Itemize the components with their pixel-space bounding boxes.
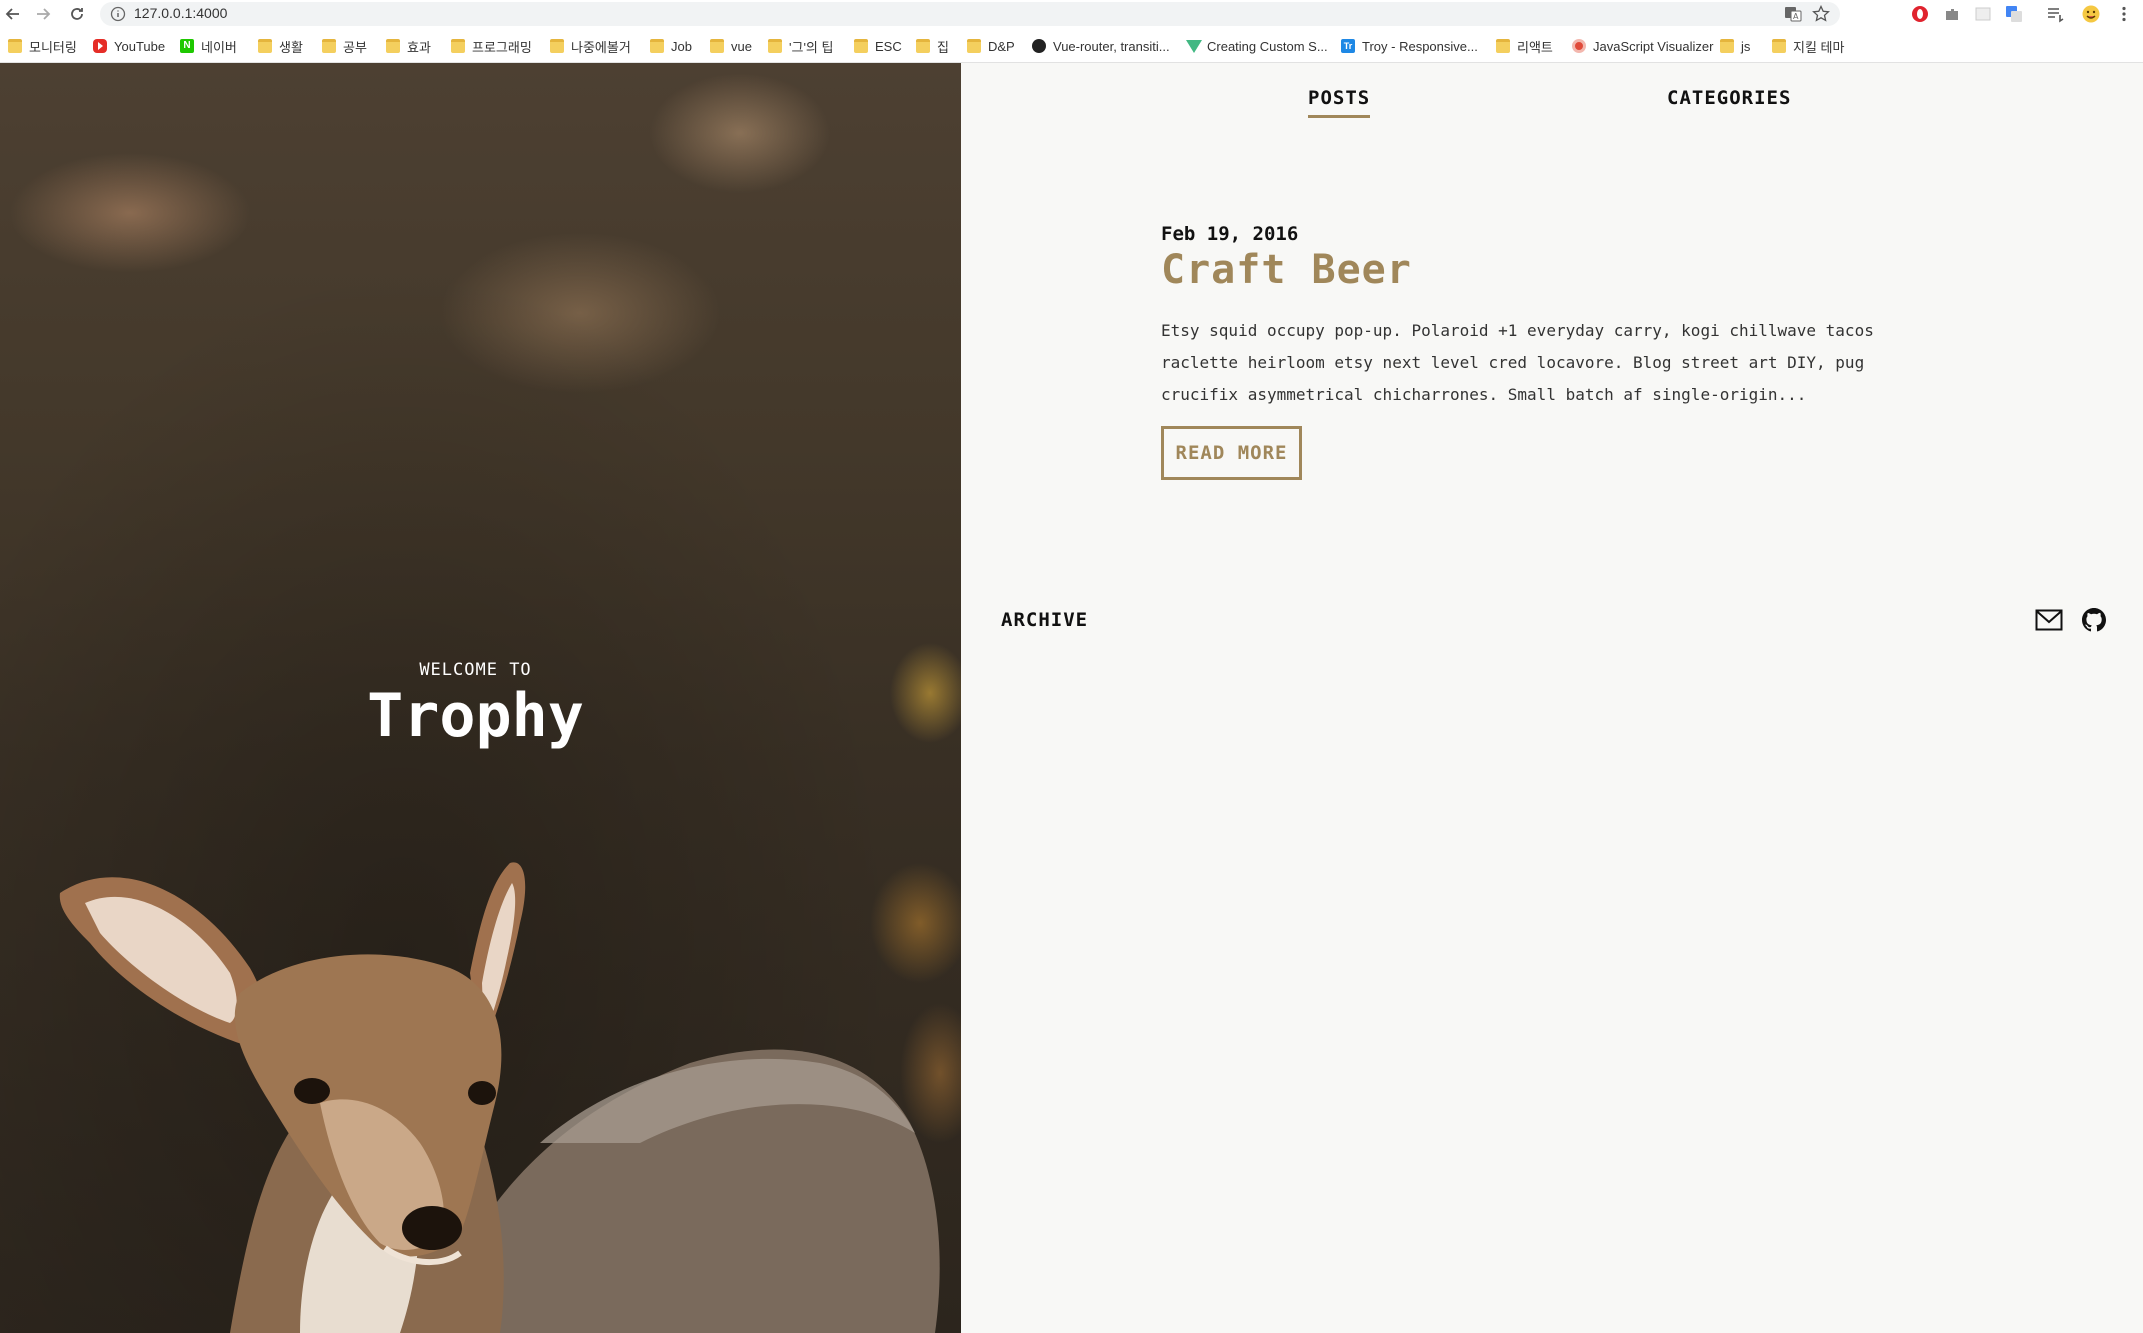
bookmark-folder[interactable]: 프로그래밍 [451, 37, 532, 55]
svg-text:A: A [1793, 12, 1799, 21]
read-more-button[interactable]: READ MORE [1161, 426, 1302, 480]
mail-link[interactable] [2035, 608, 2063, 632]
folder-icon [1720, 39, 1734, 53]
bookmark-folder[interactable]: js [1720, 37, 1750, 55]
github-icon [1032, 39, 1046, 53]
bookmark-folder[interactable]: Job [650, 37, 692, 55]
js-visualizer-icon [1572, 39, 1586, 53]
archive-link[interactable]: ARCHIVE [1001, 609, 1088, 631]
bookmark-folder[interactable]: 생활 [258, 37, 303, 55]
tab-posts[interactable]: POSTS [1308, 87, 1371, 118]
bookmark-folder[interactable]: '그'의 팁 [768, 37, 833, 55]
bookmark-folder[interactable]: 집 [916, 37, 949, 55]
naver-icon: N [180, 39, 194, 53]
reload-icon [71, 8, 83, 20]
info-icon [110, 6, 126, 22]
tab-categories[interactable]: CATEGORIES [1667, 87, 1791, 109]
extension-button[interactable] [2004, 4, 2024, 24]
bookmark-folder[interactable]: 효과 [386, 37, 431, 55]
folder-icon [1496, 39, 1510, 53]
content-panel: POSTS CATEGORIES Feb 19, 2016 Craft Beer… [961, 63, 2143, 1333]
bookmark-link[interactable]: YouTube [93, 37, 165, 55]
address-bar[interactable]: 127.0.0.1:4000 A [100, 2, 1840, 26]
bookmark-folder[interactable]: D&P [967, 37, 1015, 55]
opera-extension-button[interactable] [1910, 4, 1930, 24]
vue-icon [1186, 39, 1202, 53]
folder-icon [710, 39, 724, 53]
playlist-icon [2048, 8, 2064, 23]
folder-icon [451, 39, 465, 53]
reload-button[interactable] [66, 3, 88, 25]
url-text: 127.0.0.1:4000 [134, 5, 228, 21]
blank-extension-icon [1975, 7, 1991, 21]
post-date: Feb 19, 2016 [1161, 223, 1299, 245]
extension-button[interactable] [1973, 4, 1993, 24]
extension-button[interactable] [2045, 4, 2065, 24]
folder-icon [258, 39, 272, 53]
puzzle-icon [1946, 9, 1958, 20]
folder-icon [650, 39, 664, 53]
github-link[interactable] [2080, 608, 2108, 632]
back-button[interactable] [2, 3, 24, 25]
translate-icon[interactable]: A [1784, 5, 1802, 23]
folder-icon [854, 39, 868, 53]
bookmark-folder[interactable]: vue [710, 37, 752, 55]
folder-icon [967, 39, 981, 53]
folder-icon [8, 39, 22, 53]
folder-icon [386, 39, 400, 53]
menu-button[interactable] [2114, 4, 2134, 24]
bookmark-link[interactable]: Creating Custom S... [1186, 37, 1328, 55]
github-icon [2082, 608, 2106, 632]
bookmark-link[interactable]: Tr Troy - Responsive... [1341, 37, 1478, 55]
folder-icon [1772, 39, 1786, 53]
star-icon[interactable] [1812, 5, 1830, 23]
post-title[interactable]: Craft Beer [1161, 247, 1412, 293]
bookmark-folder[interactable]: 모니터링 [8, 37, 77, 55]
profile-avatar-button[interactable] [2081, 4, 2101, 24]
trello-icon: Tr [1341, 39, 1355, 53]
bookmark-link[interactable]: Vue-router, transiti... [1032, 37, 1170, 55]
youtube-icon [93, 39, 107, 53]
mail-icon [2035, 609, 2063, 631]
bookmark-link[interactable]: N 네이버 [180, 37, 237, 55]
post-excerpt: Etsy squid occupy pop-up. Polaroid +1 ev… [1161, 321, 1874, 404]
browser-toolbar: 127.0.0.1:4000 A [0, 0, 2143, 28]
arrow-left-icon [5, 8, 19, 20]
bookmark-folder[interactable]: ESC [854, 37, 902, 55]
hero-welcome: WELCOME TO [419, 660, 532, 680]
bookmark-folder[interactable]: 나중에볼거 [550, 37, 631, 55]
folder-icon [916, 39, 930, 53]
hero-section: WELCOME TO Trophy [0, 63, 961, 1333]
bookmark-folder[interactable]: 공부 [322, 37, 367, 55]
opera-icon [1912, 6, 1928, 22]
arrow-right-icon [37, 8, 51, 20]
bookmark-folder[interactable]: 리액트 [1496, 37, 1553, 55]
kebab-menu-icon [2122, 6, 2126, 22]
profile-avatar-icon [2082, 5, 2100, 23]
site-title[interactable]: Trophy [0, 681, 951, 751]
bookmark-folder[interactable]: 지킬 테마 [1772, 37, 1844, 55]
forward-button[interactable] [32, 3, 54, 25]
bookmark-link[interactable]: JavaScript Visualizer [1572, 37, 1713, 55]
google-translate-icon [2006, 6, 2022, 22]
folder-icon [550, 39, 564, 53]
extension-button[interactable] [1942, 4, 1962, 24]
folder-icon [768, 39, 782, 53]
bookmarks-bar: 모니터링 YouTube N 네이버 생활 공부 효과 프로그래밍 나중에볼거 J… [0, 28, 2143, 63]
folder-icon [322, 39, 336, 53]
